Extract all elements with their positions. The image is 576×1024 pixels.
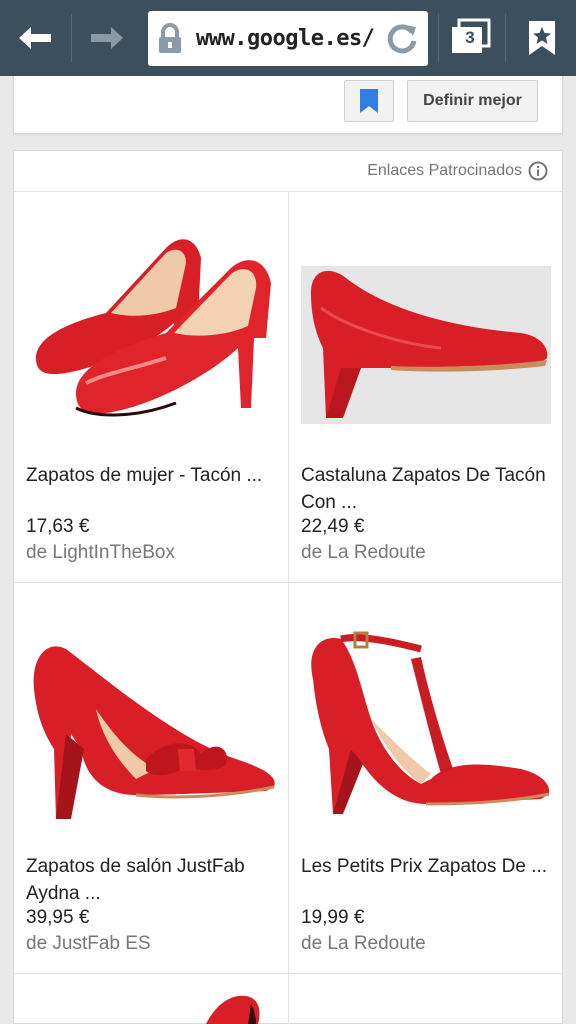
arrow-left-icon [19, 27, 51, 49]
tab-count: 3 [465, 28, 475, 47]
product-card[interactable]: Les Petits Prix Zapatos De ... 19,99 € d… [289, 583, 563, 973]
product-price: 19,99 € [301, 907, 365, 928]
product-title[interactable]: Zapatos de salón JustFab Aydna ... [26, 853, 278, 907]
product-card[interactable]: Zapatos de mujer - Tacón ... 17,63 € de … [14, 192, 288, 582]
product-card[interactable]: Castaluna Zapatos De Tacón Con ... 22,49… [289, 192, 563, 582]
refine-button[interactable]: Definir mejor [407, 80, 538, 122]
product-card[interactable] [14, 974, 288, 1024]
tabs-button[interactable]: 3 [440, 0, 502, 76]
arrow-right-icon [91, 27, 123, 49]
product-title[interactable]: Les Petits Prix Zapatos De ... [301, 853, 553, 880]
sponsored-header[interactable]: Enlaces Patrocinados [367, 159, 548, 183]
product-image[interactable] [26, 974, 276, 1024]
bookmark-star-icon [529, 21, 555, 55]
address-bar[interactable]: www.google.es/ [148, 11, 428, 66]
browser-toolbar: www.google.es/ 3 [0, 0, 576, 76]
back-button[interactable] [0, 0, 70, 76]
product-image[interactable] [301, 599, 551, 859]
product-image[interactable] [26, 208, 276, 468]
product-price: 39,95 € [26, 907, 90, 928]
sponsored-label: Enlaces Patrocinados [367, 162, 522, 179]
toolbar-separator [438, 14, 439, 62]
product-seller: de JustFab ES [26, 933, 151, 954]
search-tools-card: Definir mejor [13, 76, 563, 134]
url-text[interactable]: www.google.es/ [196, 26, 376, 51]
bookmark-icon [360, 89, 378, 113]
save-bookmark-button[interactable] [344, 80, 394, 122]
lock-icon [159, 23, 181, 53]
toolbar-separator [505, 14, 506, 62]
product-title[interactable]: Castaluna Zapatos De Tacón Con ... [301, 462, 553, 516]
shopping-ads-card: Enlaces Patrocinados Zapatos de mujer - … [13, 150, 563, 1024]
product-card[interactable]: Zapatos de salón JustFab Aydna ... 39,95… [14, 583, 288, 973]
product-title[interactable]: Zapatos de mujer - Tacón ... [26, 462, 278, 489]
forward-button[interactable] [72, 0, 142, 76]
product-price: 17,63 € [26, 516, 90, 537]
product-seller: de LightInTheBox [26, 542, 175, 563]
product-seller: de La Redoute [301, 933, 426, 954]
product-image[interactable] [26, 599, 276, 859]
bookmarks-button[interactable] [508, 0, 576, 76]
product-image[interactable] [301, 208, 551, 468]
reload-icon[interactable] [384, 21, 420, 57]
info-icon[interactable] [528, 161, 548, 181]
product-price: 22,49 € [301, 516, 365, 537]
product-seller: de La Redoute [301, 542, 426, 563]
